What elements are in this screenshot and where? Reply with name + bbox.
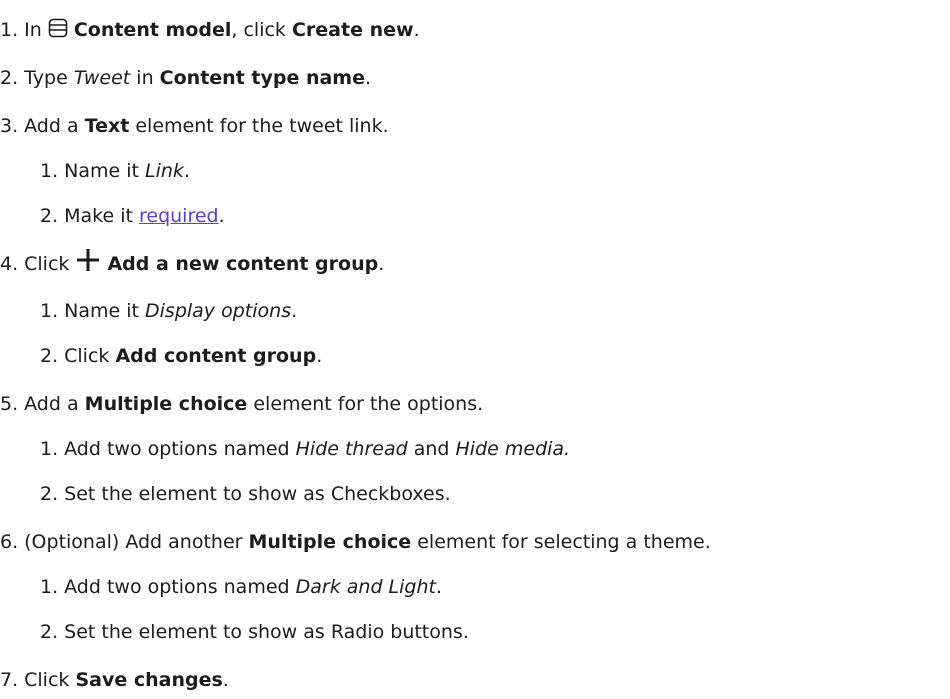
step-6: 6. (Optional) Add another Multiple choice…	[0, 531, 711, 553]
step-3-sub-2: 2. Make it required.	[40, 205, 225, 227]
step-3-sub-1: 1. Name it Link.	[40, 160, 190, 182]
step-5-sub-1: 1. Add two options named Hide thread and …	[40, 438, 571, 460]
step-2: 2. Type Tweet in Content type name.	[0, 67, 372, 89]
step-4: 4. Click Add a new content group.	[0, 247, 384, 279]
step-7: 7. Click Save changes.	[0, 669, 229, 691]
step-6-sub-2: 2. Set the element to show as Radio butto…	[40, 621, 469, 643]
step-6-sub-1: 1. Add two options named Dark and Light.	[40, 576, 443, 598]
step-5-sub-2: 2. Set the element to show as Checkboxes.	[40, 483, 451, 505]
step-4-sub-2: 2. Click Add content group.	[40, 345, 323, 367]
step-5: 5. Add a Multiple choice element for the …	[0, 393, 484, 415]
plus-icon	[75, 247, 101, 273]
required-link[interactable]: required	[139, 205, 219, 227]
instructions-document: 1. In Content model, click Create new. 2.…	[0, 0, 950, 699]
content-model-icon	[48, 18, 68, 38]
step-1: 1. In Content model, click Create new.	[0, 18, 420, 41]
step-4-sub-1: 1. Name it Display options.	[40, 300, 298, 322]
step-3: 3. Add a Text element for the tweet link.	[0, 115, 389, 137]
